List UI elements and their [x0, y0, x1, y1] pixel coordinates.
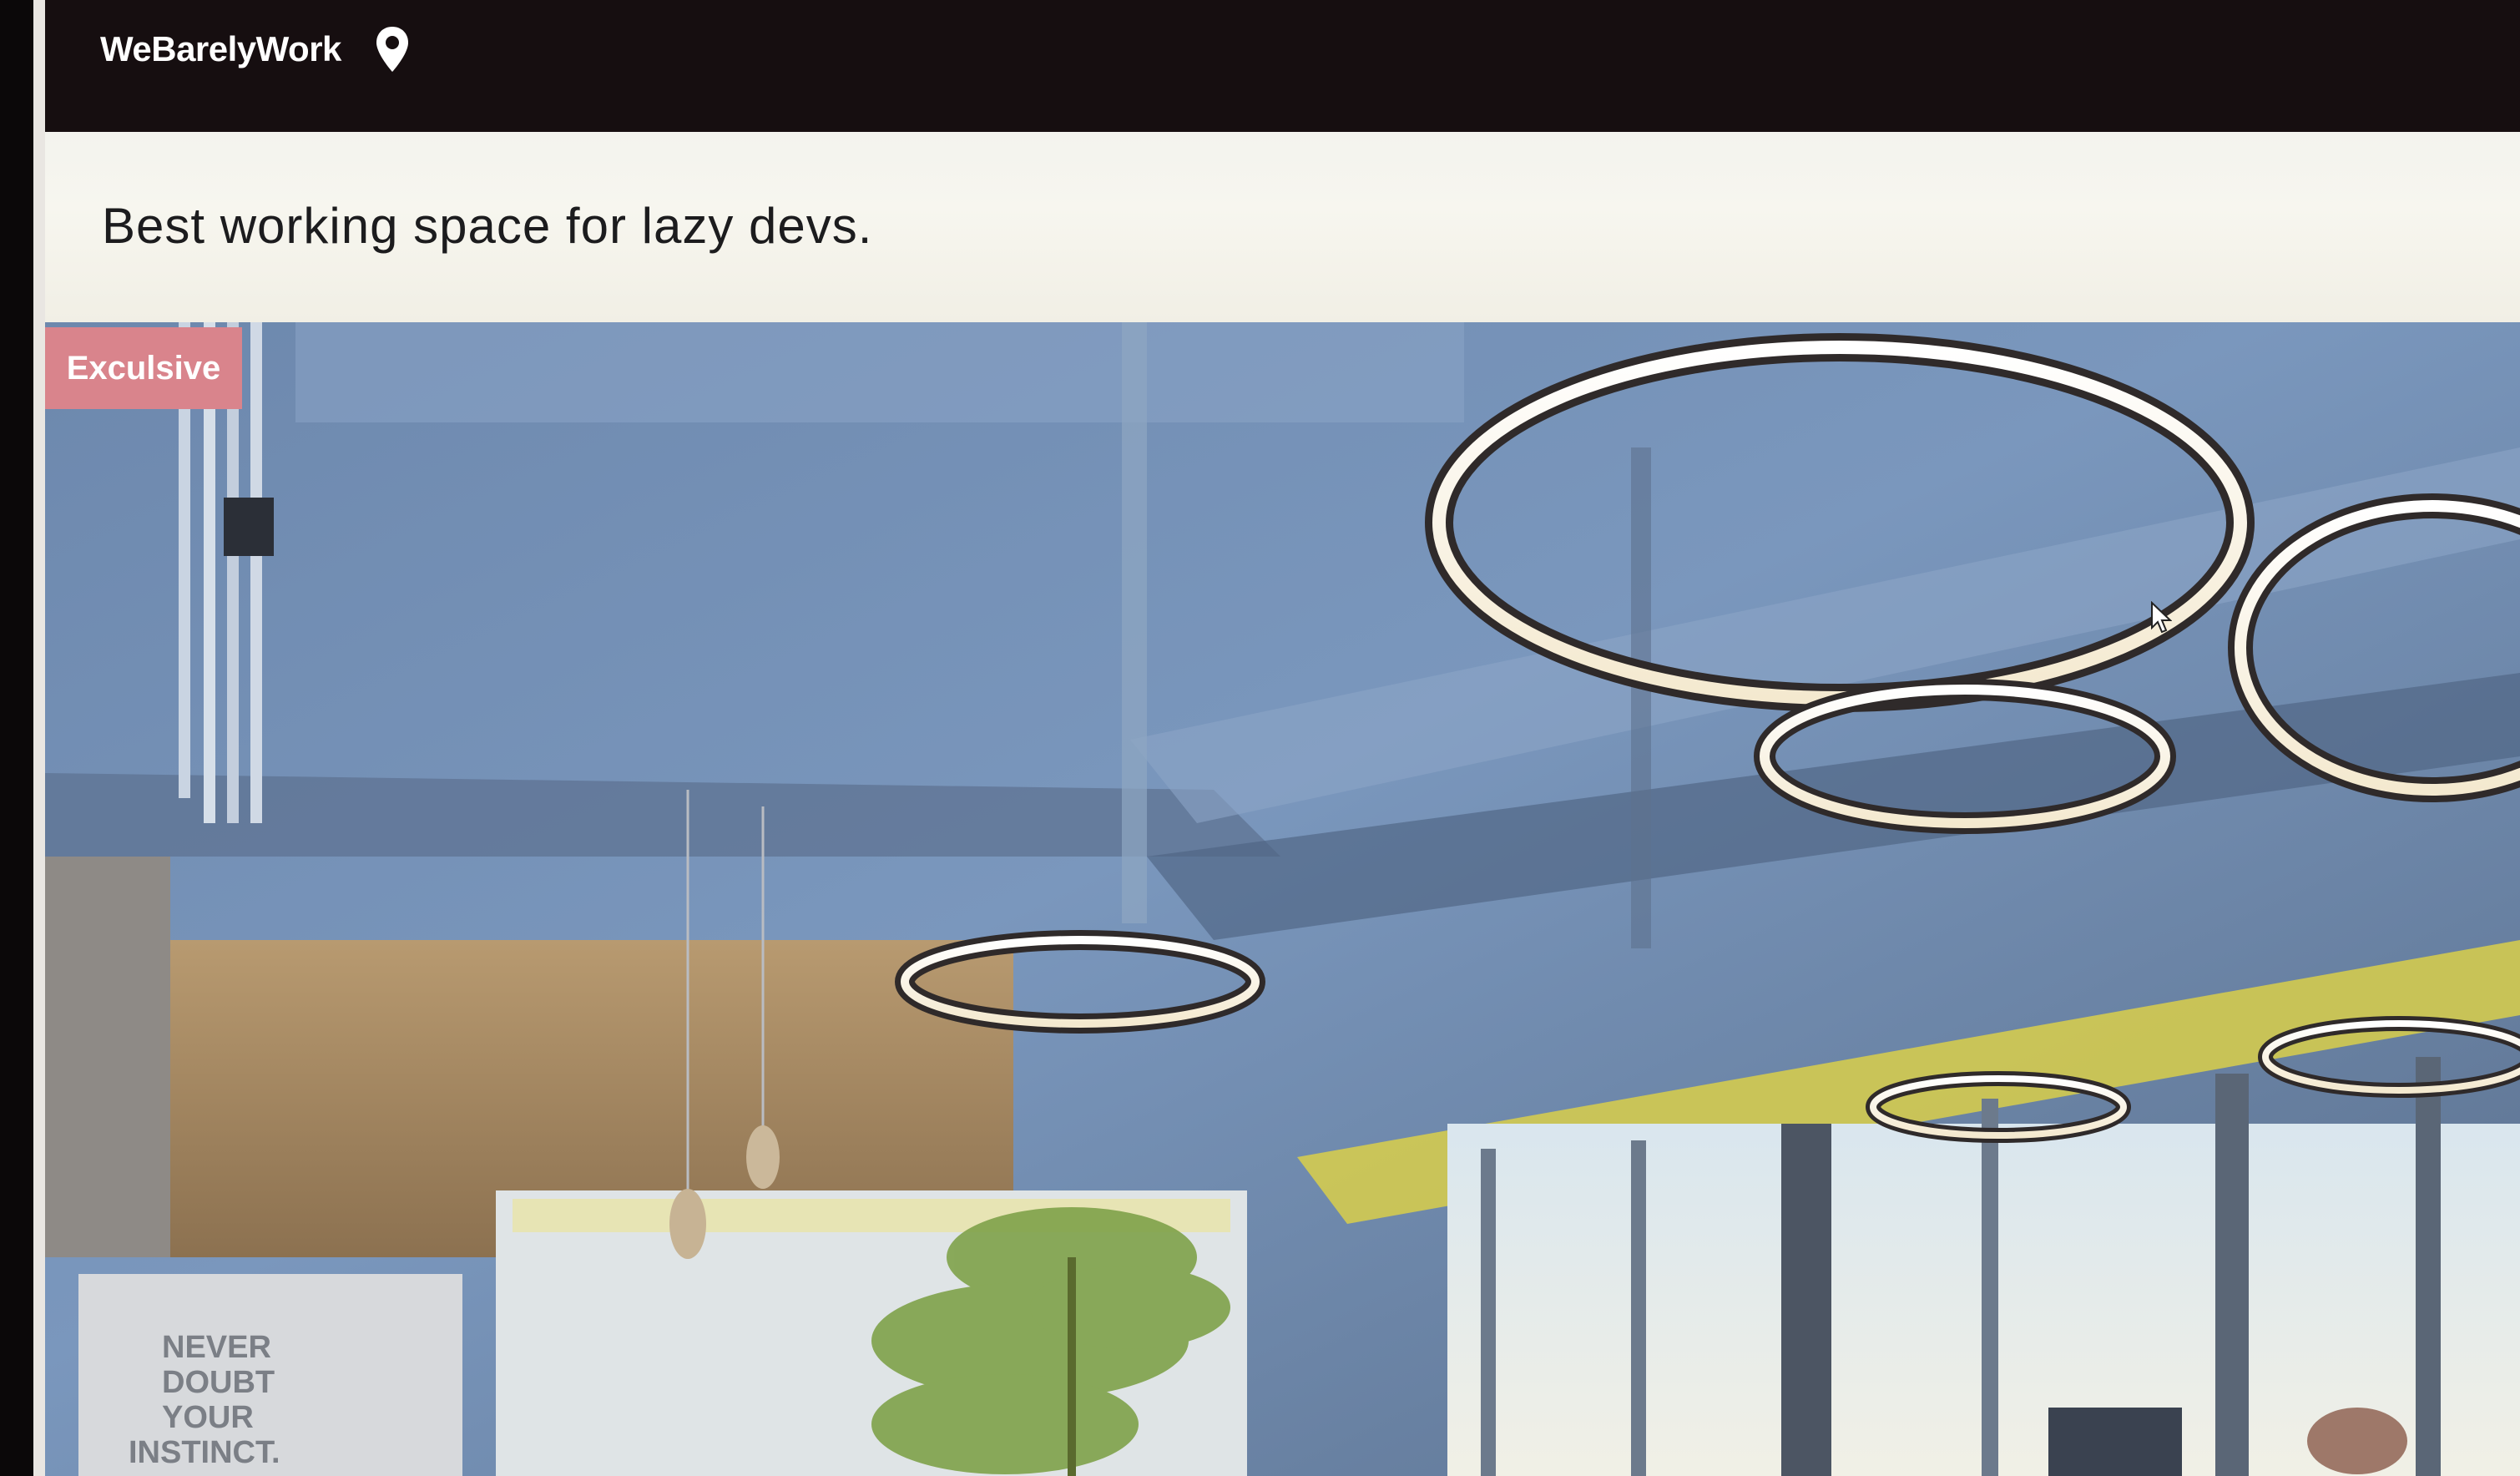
svg-text:DOUBT: DOUBT — [162, 1365, 275, 1400]
mouse-cursor-icon — [2150, 600, 2173, 634]
screen: WeBarelyWork Best working space for lazy… — [0, 0, 2520, 1476]
map-pin-icon[interactable] — [375, 25, 410, 73]
window-edge — [33, 0, 45, 1476]
svg-text:NEVER: NEVER — [162, 1330, 271, 1365]
coworking-office-photo[interactable]: NEVER DOUBT YOUR INSTINCT. — [45, 322, 2520, 1476]
svg-text:YOUR: YOUR — [162, 1400, 254, 1435]
brand-logo[interactable]: WeBarelyWork — [100, 29, 341, 69]
exclusive-badge: Exculsive — [45, 327, 242, 409]
web-page: WeBarelyWork Best working space for lazy… — [45, 0, 2520, 1476]
hero-tagline: Best working space for lazy devs. — [102, 198, 873, 254]
svg-text:INSTINCT.: INSTINCT. — [129, 1435, 280, 1470]
top-navbar: WeBarelyWork — [45, 0, 2520, 132]
monitor-bezel — [0, 0, 33, 1476]
